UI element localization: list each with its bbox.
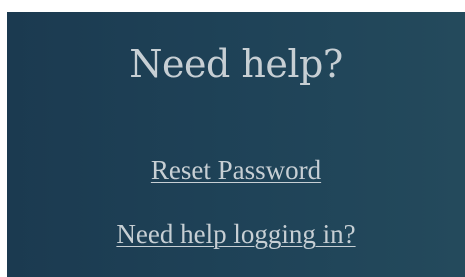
page: Need help? Reset Password Need help logg…	[0, 0, 465, 277]
help-panel: Need help? Reset Password Need help logg…	[7, 12, 465, 277]
help-heading: Need help?	[129, 42, 343, 86]
login-help-link[interactable]: Need help logging in?	[7, 217, 465, 251]
reset-password-link[interactable]: Reset Password	[7, 153, 465, 187]
